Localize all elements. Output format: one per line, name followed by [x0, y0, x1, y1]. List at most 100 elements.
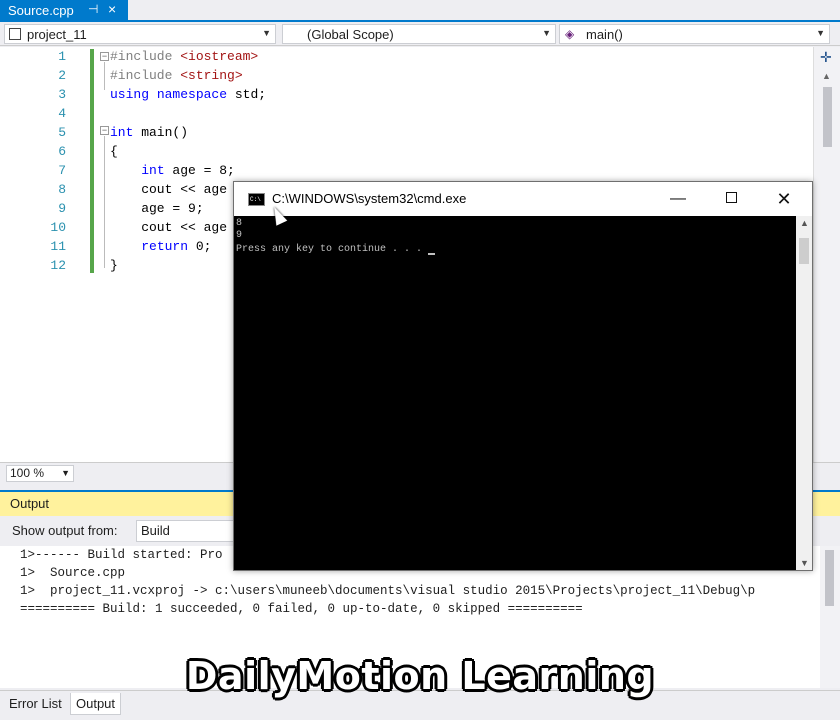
- code-token: int: [110, 125, 134, 140]
- maximize-button[interactable]: [709, 186, 753, 212]
- output-line: 1> project_11.vcxproj -> c:\users\muneeb…: [20, 584, 756, 598]
- code-token: <iostream>: [180, 49, 259, 64]
- code-token: #include: [110, 68, 181, 83]
- chevron-down-icon: ▼: [542, 28, 551, 38]
- code-token: age = 9;: [110, 201, 204, 216]
- console-line-prompt: Press any key to continue . . .: [236, 244, 436, 256]
- code-token: int: [141, 163, 165, 178]
- code-line: #include <iostream>: [110, 47, 258, 66]
- output-line: ========== Build: 1 succeeded, 0 failed,…: [20, 602, 583, 616]
- console-title-text: C:\WINDOWS\system32\cmd.exe: [272, 191, 467, 206]
- text-cursor: [428, 253, 436, 255]
- outline-guide: [104, 62, 105, 90]
- line-number: 7: [58, 163, 66, 178]
- console-line: 9: [236, 230, 243, 241]
- code-token: cout << age: [110, 182, 228, 197]
- line-number-gutter: 1 2 3 4 5 6 7 8 9 10 11 12: [0, 47, 90, 462]
- close-icon[interactable]: ×: [108, 1, 116, 17]
- scroll-up-icon[interactable]: ▲: [822, 71, 831, 81]
- project-icon: [9, 28, 21, 40]
- show-output-from-dropdown[interactable]: Build: [136, 520, 246, 542]
- minimize-button[interactable]: —: [656, 186, 700, 212]
- tab-source-cpp[interactable]: Source.cpp ⊣ ×: [0, 0, 128, 20]
- console-vertical-scrollbar[interactable]: ▲ ▼: [796, 216, 812, 570]
- outline-guide: [104, 136, 105, 268]
- pin-icon[interactable]: ⊣: [88, 2, 98, 16]
- code-token: <string>: [180, 68, 243, 83]
- scrollbar-thumb[interactable]: [823, 87, 832, 147]
- code-line: using namespace std;: [110, 85, 266, 104]
- zoom-level: 100 %: [10, 466, 45, 480]
- line-number: 2: [58, 68, 66, 83]
- code-token: using: [110, 87, 150, 102]
- chevron-down-icon: ▼: [262, 28, 271, 38]
- watermark-caption: DailyMotion Learning: [185, 654, 655, 698]
- method-icon: ◈: [565, 27, 575, 41]
- code-token: return: [141, 239, 189, 254]
- chevron-down-icon: ▼: [61, 468, 70, 478]
- code-line: return 0;: [110, 237, 211, 256]
- code-line: }: [110, 256, 118, 275]
- line-number: 9: [58, 201, 66, 216]
- document-tab-strip: Source.cpp ⊣ ×: [0, 0, 840, 22]
- line-number: 3: [58, 87, 66, 102]
- project-dropdown-value: project_11: [27, 26, 87, 42]
- line-number: 5: [58, 125, 66, 140]
- scroll-down-icon[interactable]: ▼: [800, 558, 809, 568]
- console-title-bar[interactable]: C:\ C:\WINDOWS\system32\cmd.exe — ✕: [234, 182, 812, 216]
- console-window[interactable]: C:\ C:\WINDOWS\system32\cmd.exe — ✕ 8 9 …: [233, 181, 813, 571]
- code-line: {: [110, 142, 118, 161]
- show-output-from-value: Build: [141, 523, 170, 538]
- close-button[interactable]: ✕: [762, 186, 806, 212]
- editor-vertical-scrollbar[interactable]: ✛ ▲: [813, 47, 840, 462]
- code-token: namespace: [156, 87, 228, 102]
- project-dropdown[interactable]: project_11 ▼: [4, 24, 276, 44]
- console-line: 8: [236, 218, 243, 229]
- line-number: 8: [58, 182, 66, 197]
- console-prompt-text: Press any key to continue . . .: [236, 244, 429, 255]
- scrollbar-thumb[interactable]: [799, 238, 809, 264]
- navigation-bar: project_11 ▼ (Global Scope) ▼ ◈ main() ▼: [0, 22, 840, 46]
- code-line: int main(): [110, 123, 188, 142]
- code-token: 0;: [188, 239, 212, 254]
- code-line: age = 9;: [110, 199, 204, 218]
- scope-dropdown[interactable]: (Global Scope) ▼: [282, 24, 556, 44]
- output-line: 1>------ Build started: Pro: [20, 548, 223, 562]
- scope-dropdown-value: (Global Scope): [307, 26, 394, 42]
- zoom-dropdown[interactable]: 100 % ▼: [6, 465, 74, 482]
- outline-collapse-icon[interactable]: −: [100, 52, 109, 61]
- outline-collapse-icon[interactable]: −: [100, 126, 109, 135]
- code-token: }: [110, 258, 118, 273]
- code-token: #include: [110, 49, 181, 64]
- function-dropdown[interactable]: ◈ main() ▼: [559, 24, 830, 44]
- code-line: #include <string>: [110, 66, 243, 85]
- code-token: main(): [133, 125, 189, 140]
- split-window-icon[interactable]: ✛: [820, 49, 832, 66]
- code-token: std;: [227, 87, 267, 102]
- show-output-from-label: Show output from:: [12, 523, 118, 538]
- line-number: 10: [50, 220, 66, 235]
- code-line: cout << age: [110, 180, 227, 199]
- function-dropdown-value: main(): [586, 26, 623, 42]
- scroll-up-icon[interactable]: ▲: [800, 218, 809, 228]
- tab-title: Source.cpp: [8, 2, 74, 18]
- chevron-down-icon: ▼: [816, 28, 825, 38]
- line-number: 12: [50, 258, 66, 273]
- scrollbar-thumb[interactable]: [825, 550, 834, 606]
- line-number: 6: [58, 144, 66, 159]
- line-number: 4: [58, 106, 66, 121]
- output-title-text: Output: [10, 496, 50, 511]
- code-line: cout << age: [110, 218, 227, 237]
- cmd-icon: C:\: [248, 193, 265, 206]
- maximize-icon: [725, 191, 737, 203]
- code-token: age = 8;: [164, 163, 235, 178]
- line-number: 11: [50, 239, 66, 254]
- console-output[interactable]: 8 9 Press any key to continue . . .: [234, 216, 796, 570]
- output-line: 1> Source.cpp: [20, 566, 126, 580]
- code-token: {: [110, 144, 118, 159]
- code-token: cout << age: [110, 220, 228, 235]
- code-line: int age = 8;: [110, 161, 235, 180]
